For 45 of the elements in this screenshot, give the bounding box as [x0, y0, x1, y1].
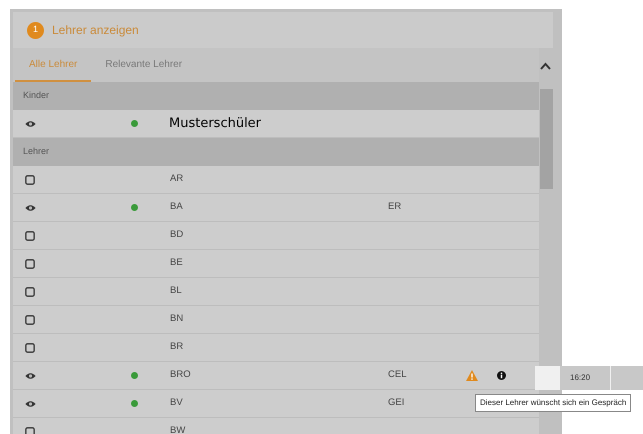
- person-name: BN: [170, 312, 184, 326]
- info-icon[interactable]: [497, 371, 506, 380]
- person-name: AR: [170, 172, 184, 186]
- person-name: Musterschüler: [169, 114, 262, 133]
- table-cell-text: GEI: [388, 396, 404, 410]
- checkbox[interactable]: [25, 230, 35, 240]
- person-name: BL: [170, 284, 182, 298]
- person-name: BRO: [170, 368, 191, 382]
- checkbox[interactable]: [25, 258, 35, 268]
- checkbox[interactable]: [25, 342, 35, 352]
- list-row[interactable]: BA ER: [13, 194, 539, 222]
- eye-icon[interactable]: [25, 400, 36, 408]
- person-name: BE: [170, 256, 183, 270]
- step-badge: 1: [27, 22, 44, 38]
- person-name: BR: [170, 340, 184, 354]
- person-name: BW: [170, 424, 186, 434]
- scroll-up-icon[interactable]: [540, 62, 551, 70]
- time-cell: 16:20: [560, 366, 610, 390]
- scrollbar-thumb[interactable]: [540, 89, 553, 189]
- group-title: Kinder: [23, 89, 50, 102]
- eye-icon[interactable]: [25, 372, 36, 380]
- checkbox[interactable]: [25, 174, 35, 184]
- panel-title: Lehrer anzeigen: [52, 22, 139, 39]
- checkbox[interactable]: [25, 314, 35, 324]
- list-row[interactable]: BW: [13, 418, 539, 434]
- person-name: BD: [170, 228, 184, 242]
- list-row[interactable]: BE: [13, 250, 539, 278]
- checkbox[interactable]: [25, 286, 35, 296]
- tooltip: Dieser Lehrer wünscht sich ein Gespräch: [475, 394, 632, 412]
- table-cell-text: ER: [388, 200, 402, 214]
- list-row[interactable]: AR: [13, 166, 539, 194]
- checkbox[interactable]: [25, 426, 35, 434]
- list-row[interactable]: BD: [13, 222, 539, 250]
- list-row[interactable]: BN: [13, 306, 539, 334]
- table-cell: [611, 366, 643, 390]
- person-name: BA: [170, 200, 183, 214]
- list-row[interactable]: Musterschüler: [13, 110, 539, 138]
- list-row[interactable]: BL: [13, 278, 539, 306]
- eye-icon[interactable]: [25, 120, 36, 128]
- list-row[interactable]: BR: [13, 334, 539, 362]
- person-name: BV: [170, 396, 183, 410]
- list-row[interactable]: BRO CEL: [13, 362, 539, 390]
- eye-icon[interactable]: [25, 204, 36, 212]
- table-cell-text: CEL: [388, 368, 406, 382]
- group-title: Lehrer: [23, 145, 50, 158]
